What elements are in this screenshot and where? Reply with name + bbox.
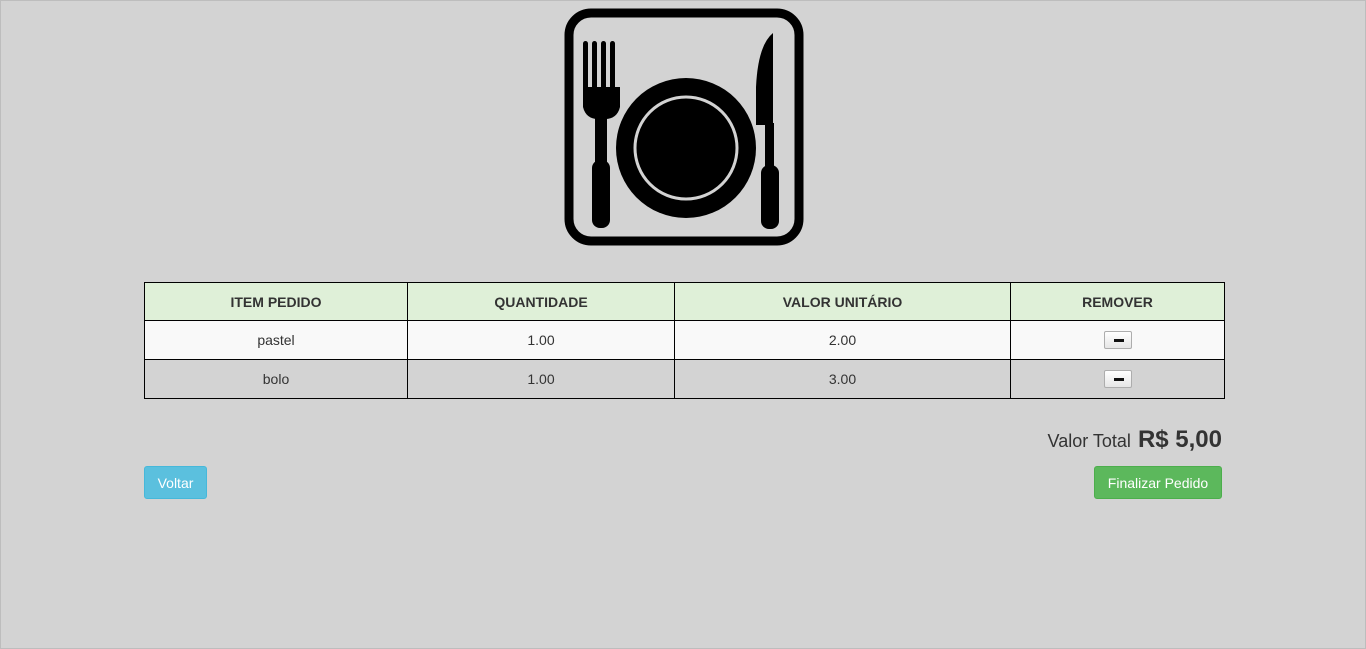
total-label: Valor Total xyxy=(1047,431,1131,451)
plate-fork-knife-icon xyxy=(564,8,804,246)
header-remove: REMOVER xyxy=(1010,282,1225,321)
total-amount: R$ 5,00 xyxy=(1137,426,1222,453)
minus-icon xyxy=(1113,339,1124,343)
item-name-cell: pastel xyxy=(144,320,408,360)
item-name-cell: bolo xyxy=(144,359,408,399)
quantity-cell: 1.00 xyxy=(407,359,675,399)
restaurant-logo xyxy=(563,7,805,247)
header-unit-price: VALOR UNITÁRIO xyxy=(674,282,1011,321)
table-row: pastel 1.00 2.00 xyxy=(144,320,1225,360)
unit-price-cell: 3.00 xyxy=(674,359,1011,399)
remove-cell xyxy=(1010,359,1225,399)
remove-item-button[interactable] xyxy=(1103,331,1132,350)
order-total: Valor Total R$ 5,00 xyxy=(1048,426,1222,454)
order-items-table: ITEM PEDIDO QUANTIDADE VALOR UNITÁRIO RE… xyxy=(144,282,1225,399)
back-button[interactable]: Voltar xyxy=(144,466,207,499)
header-item: ITEM PEDIDO xyxy=(144,282,408,321)
unit-price-cell: 2.00 xyxy=(674,320,1011,360)
remove-cell xyxy=(1010,320,1225,360)
table-header-row: ITEM PEDIDO QUANTIDADE VALOR UNITÁRIO RE… xyxy=(144,282,1225,321)
quantity-cell: 1.00 xyxy=(407,320,675,360)
remove-item-button[interactable] xyxy=(1103,370,1132,389)
minus-icon xyxy=(1113,378,1124,382)
table-row: bolo 1.00 3.00 xyxy=(144,359,1225,399)
header-quantity: QUANTIDADE xyxy=(407,282,675,321)
finish-order-button[interactable]: Finalizar Pedido xyxy=(1094,466,1222,499)
